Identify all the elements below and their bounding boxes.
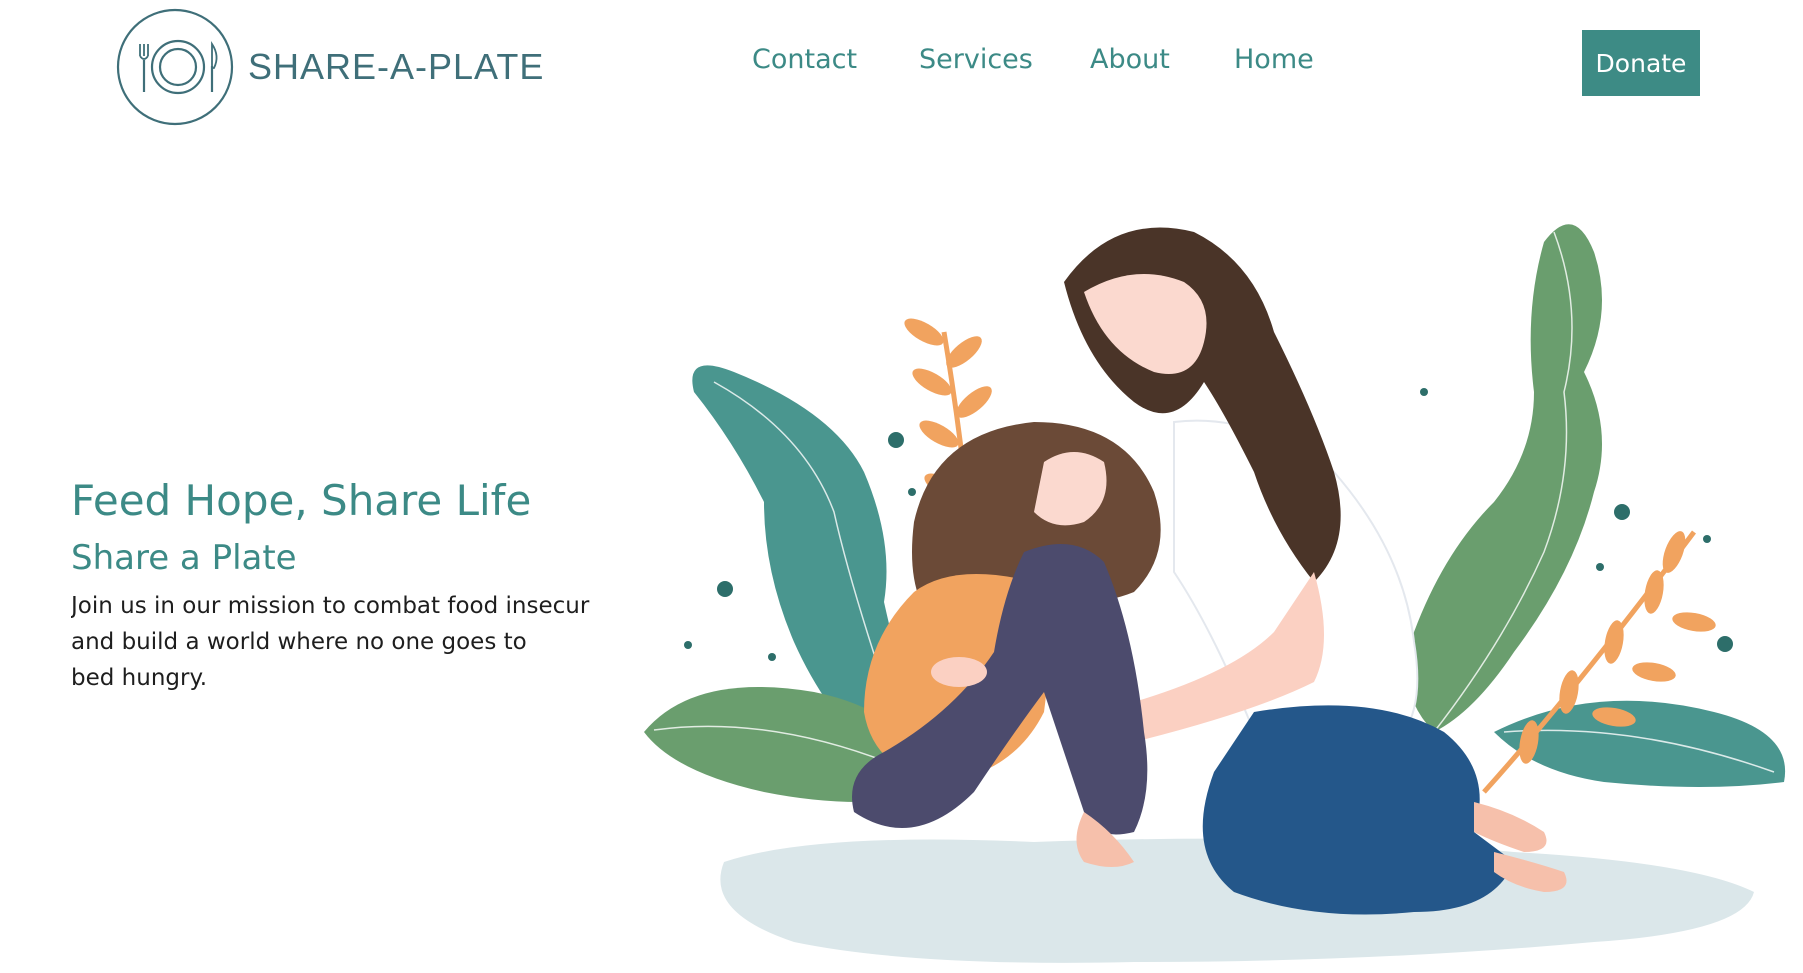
donate-button[interactable]: Donate	[1582, 30, 1700, 96]
nav-about-link[interactable]: About	[1090, 44, 1170, 75]
hero-section: Feed Hope, Share Life Share a Plate Join…	[71, 470, 631, 696]
hero-illustration	[614, 172, 1803, 972]
hero-description-line: bed hungry.	[71, 665, 208, 691]
comforting-hug-illustration	[644, 224, 1786, 963]
hero-description: Join us in our mission to combat food in…	[71, 588, 616, 696]
nav-contact-link[interactable]: Contact	[752, 44, 857, 75]
nav-services-link[interactable]: Services	[919, 44, 1033, 75]
hero-description-line: and build a world where no one goes to	[71, 629, 527, 655]
hero-title: Feed Hope, Share Life	[71, 476, 532, 525]
nav-home-link[interactable]: Home	[1234, 44, 1314, 75]
hero-subtitle: Share a Plate	[71, 538, 297, 578]
main-nav: Contact Services About Home	[0, 44, 1803, 84]
hero-description-line: Join us in our mission to combat food in…	[71, 593, 590, 619]
